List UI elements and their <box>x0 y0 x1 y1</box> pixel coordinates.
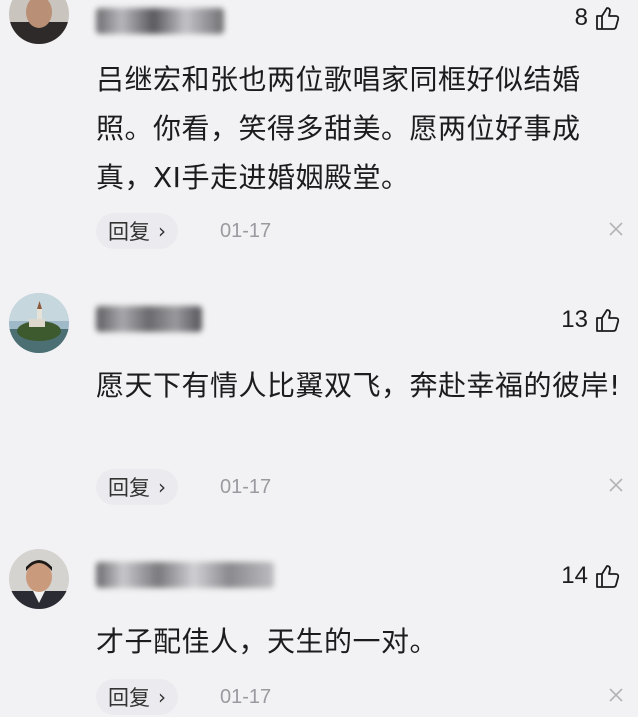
comment-date: 01-17 <box>220 475 272 498</box>
close-icon[interactable] <box>608 221 624 237</box>
chevron-right-icon: › <box>158 475 166 499</box>
reply-label: 回复 <box>108 686 150 710</box>
comment-actions: 回复 › 01-17 <box>96 211 624 251</box>
user-avatar[interactable] <box>9 293 69 353</box>
island-church-avatar-icon <box>9 293 69 353</box>
comment-date: 01-17 <box>220 219 272 242</box>
username-blurred[interactable] <box>96 306 202 332</box>
comment-date: 01-17 <box>220 685 272 708</box>
reply-label: 回复 <box>108 476 150 500</box>
like-control[interactable]: 8 <box>575 4 620 32</box>
comment-actions: 回复 › 01-17 <box>96 467 624 507</box>
reply-button[interactable]: 回复 › <box>96 213 178 249</box>
comment-text: 愿天下有情人比翼双飞，奔赴幸福的彼岸! <box>96 369 621 402</box>
like-control[interactable]: 13 <box>561 306 620 334</box>
comment-text: 吕继宏和张也两位歌唱家同框好似结婚照。你看，笑得多甜美。愿两位好事成真，XI手走… <box>96 63 581 194</box>
reply-button[interactable]: 回复 › <box>96 469 178 505</box>
reply-label: 回复 <box>108 220 150 244</box>
user-avatar[interactable] <box>9 0 69 44</box>
like-control[interactable]: 14 <box>561 562 620 590</box>
reply-button[interactable]: 回复 › <box>96 679 178 715</box>
like-count: 14 <box>561 562 588 589</box>
username-blurred[interactable] <box>96 8 224 34</box>
like-count: 13 <box>561 306 588 333</box>
comment-text: 才子配佳人，天生的一对。 <box>96 625 439 658</box>
man-in-suit-avatar-icon <box>9 549 69 609</box>
username-blurred[interactable] <box>96 562 274 588</box>
thumbs-up-icon[interactable] <box>594 5 620 31</box>
elderly-man-avatar-icon <box>9 0 69 44</box>
like-count: 8 <box>574 4 588 31</box>
close-icon[interactable] <box>608 477 624 493</box>
chevron-right-icon: › <box>158 219 166 243</box>
chevron-right-icon: › <box>158 685 166 709</box>
thumbs-up-icon[interactable] <box>594 307 620 333</box>
user-avatar[interactable] <box>9 549 69 609</box>
thumbs-up-icon[interactable] <box>594 563 620 589</box>
close-icon[interactable] <box>608 687 624 703</box>
comment-actions: 回复 › 01-17 <box>96 677 624 717</box>
